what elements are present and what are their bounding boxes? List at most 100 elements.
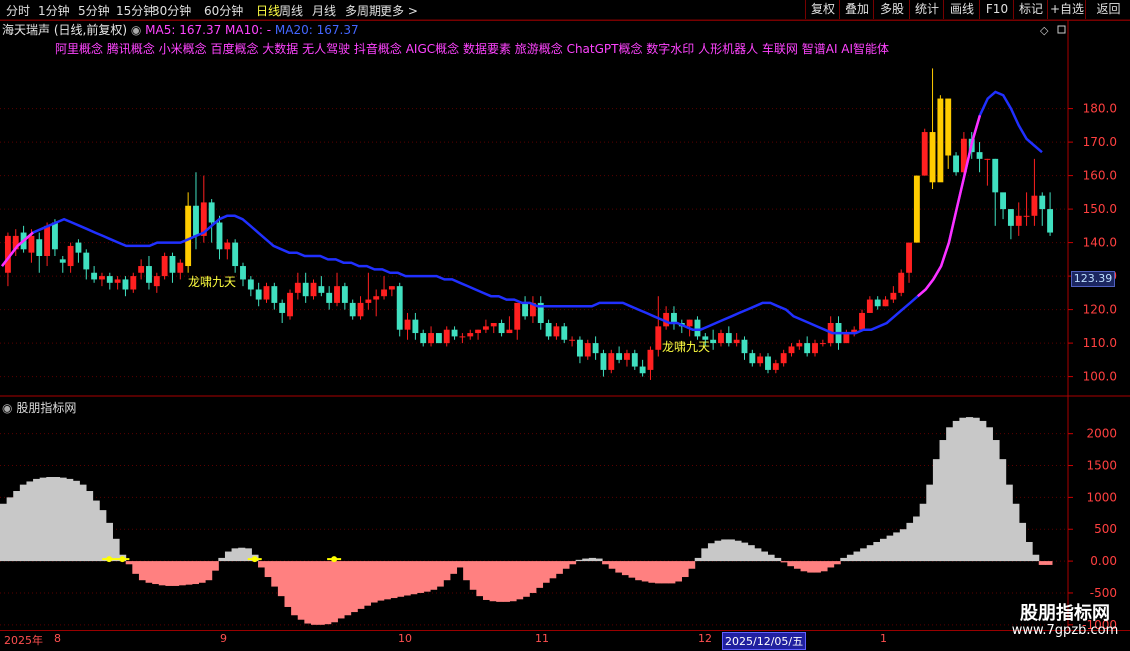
candle-body-30 (240, 266, 246, 280)
date-label-sep: 9 (220, 632, 227, 645)
candle-body-3 (28, 235, 35, 253)
candle-body-65 (514, 302, 521, 330)
hist-bar-105 (694, 557, 702, 562)
candle-body-9 (75, 242, 82, 253)
hist-bar-139 (919, 503, 927, 562)
hist-bar-104 (688, 561, 696, 569)
hist-bar-36 (238, 547, 246, 562)
diamond-icon: ◇ (1040, 24, 1049, 37)
hist-bar-112 (741, 542, 749, 562)
hist-bar-127 (840, 557, 848, 562)
candle-body-79 (624, 353, 630, 360)
hist-bar-150 (992, 440, 1000, 562)
hist-bar-30 (198, 561, 206, 583)
candle-body-35 (279, 302, 286, 313)
candle-body-71 (561, 326, 568, 340)
hist-bar-98 (648, 561, 656, 583)
candle-body-120 (945, 98, 952, 156)
candle-body-101 (796, 343, 803, 347)
hist-bar-31 (205, 561, 213, 581)
hist-bar-83 (549, 561, 557, 579)
candle-body-34 (271, 286, 278, 303)
hist-bar-102 (674, 561, 682, 582)
candle-body-128 (1007, 209, 1014, 226)
hist-bar-17 (112, 538, 120, 562)
hist-bar-132 (873, 541, 881, 562)
hist-bar-151 (999, 459, 1007, 562)
price-tick-label-6: 160.0 (1083, 169, 1117, 183)
candle-body-103 (812, 343, 818, 354)
ind-tick-label-3: 500 (1094, 522, 1117, 536)
hist-bar-53 (350, 561, 358, 613)
hist-bar-154 (1018, 522, 1027, 562)
date-label-aug: 8 (54, 632, 61, 645)
candle-body-7 (59, 259, 66, 263)
hist-bar-125 (827, 561, 835, 568)
candle-body-49 (388, 286, 395, 290)
hist-bar-22 (145, 561, 153, 583)
price-tick-label-4: 140.0 (1083, 236, 1117, 250)
candle-body-43 (341, 286, 348, 303)
candle-body-22 (177, 262, 184, 273)
candle-body-33 (263, 286, 270, 300)
price-tick-label-2: 120.0 (1083, 303, 1117, 317)
candle-body-17 (138, 266, 145, 273)
annotation-0: 龙啸九天 (188, 275, 236, 289)
hist-bar-106 (701, 548, 709, 562)
marker-dot-0 (106, 556, 113, 563)
hist-bar-152 (1005, 484, 1013, 562)
hist-bar-23 (152, 561, 160, 585)
hist-bar-49 (324, 561, 332, 625)
hist-bar-147 (972, 417, 980, 562)
candle-body-81 (639, 366, 646, 374)
candle-body-125 (984, 158, 991, 160)
candle-body-51 (404, 319, 411, 330)
hist-bar-62 (410, 561, 418, 595)
hist-bar-65 (430, 561, 438, 590)
candle-body-20 (161, 256, 168, 277)
hist-bar-15 (99, 510, 107, 562)
hist-bar-63 (416, 561, 424, 593)
candle-body-76 (600, 353, 607, 370)
hist-bar-66 (436, 561, 444, 587)
candle-body-15 (122, 279, 129, 290)
hist-bar-35 (231, 548, 239, 562)
hist-bar-111 (734, 540, 742, 562)
hist-bar-96 (635, 561, 643, 581)
candle-body-23 (185, 205, 192, 267)
candle-body-94 (741, 339, 748, 354)
hist-bar-58 (383, 561, 391, 600)
date-label-jan: 1 (880, 632, 887, 645)
candle-body-59 (467, 333, 474, 337)
hist-bar-141 (932, 459, 941, 562)
candle-body-77 (608, 353, 615, 370)
hist-bar-124 (820, 561, 828, 572)
hist-bar-82 (542, 561, 550, 583)
candle-body-58 (459, 336, 466, 338)
candle-body-32 (255, 289, 262, 300)
candle-body-31 (247, 279, 254, 290)
candle-body-46 (365, 299, 372, 303)
price-tick-label-1: 110.0 (1083, 336, 1117, 350)
candle-body-64 (506, 329, 513, 334)
hist-bar-145 (959, 417, 967, 562)
hist-bar-115 (760, 551, 768, 562)
square-icon (1057, 25, 1066, 34)
hist-bar-55 (363, 561, 372, 606)
hist-bar-93 (615, 561, 623, 573)
hist-bar-9 (59, 477, 67, 562)
hist-bar-99 (655, 561, 663, 584)
candle-body-115 (906, 242, 912, 273)
hist-bar-2 (13, 491, 21, 562)
hist-bar-27 (178, 561, 186, 586)
hist-bar-68 (449, 561, 458, 574)
hist-bar-26 (172, 561, 180, 586)
hist-bar-10 (66, 478, 74, 562)
candle-body-96 (757, 356, 764, 364)
date-axis: 2025年 8 9 10 11 12 2025/12/05/五 1 (0, 630, 1130, 651)
candle-body-53 (420, 333, 427, 344)
hist-bar-57 (377, 561, 385, 601)
hist-bar-75 (496, 561, 504, 602)
collapse-icon[interactable]: ◉ (2, 401, 12, 415)
candle-body-39 (310, 282, 317, 297)
